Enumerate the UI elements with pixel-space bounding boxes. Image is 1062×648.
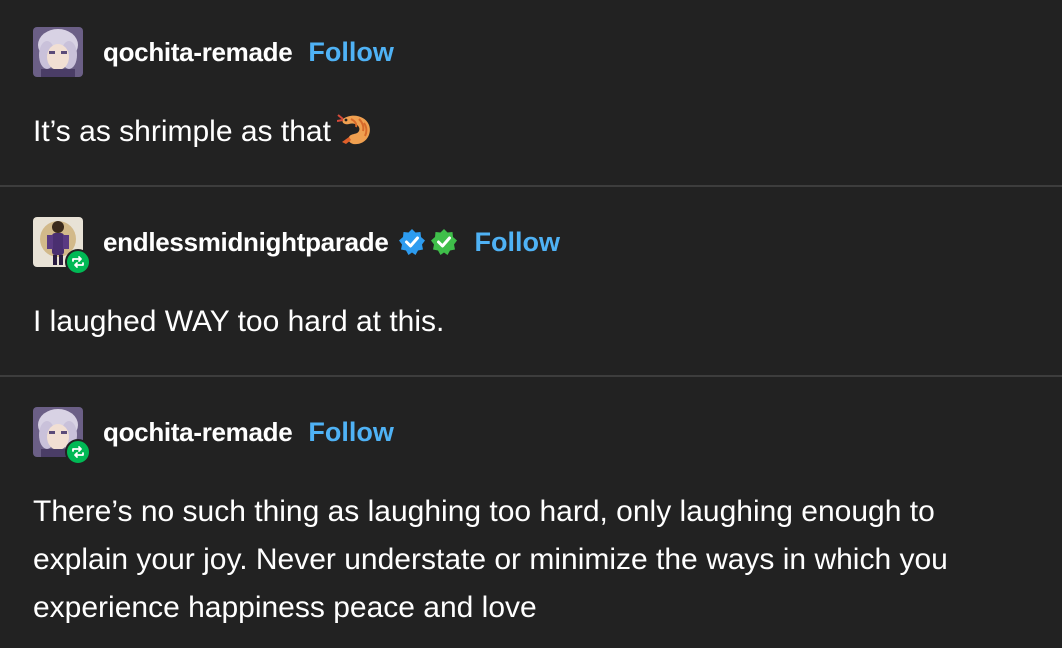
post-body: It’s as shrimple as that — [33, 108, 1033, 162]
post-text: There’s no such thing as laughing too ha… — [33, 495, 948, 624]
follow-button[interactable]: Follow — [308, 37, 393, 68]
avatar-image — [33, 27, 83, 77]
username[interactable]: endlessmidnightparade — [103, 227, 389, 258]
post: endlessmidnightparade Follow I laughed W… — [0, 187, 1062, 376]
reblog-badge — [65, 249, 91, 275]
follow-button[interactable]: Follow — [475, 227, 560, 258]
post-header: qochita-remade Follow — [33, 407, 394, 465]
post: qochita-remade Follow There’s no such th… — [0, 377, 1062, 648]
avatar[interactable] — [33, 27, 83, 77]
username[interactable]: qochita-remade — [103, 37, 293, 68]
reblog-badge — [65, 439, 91, 465]
post-header: qochita-remade Follow — [33, 27, 394, 77]
post-body: I laughed WAY too hard at this. — [33, 298, 1033, 346]
post-text: It’s as shrimple as that — [33, 115, 331, 148]
verified-badges — [397, 227, 459, 257]
reblog-icon — [72, 446, 84, 458]
post-body: There’s no such thing as laughing too ha… — [33, 488, 1033, 632]
post-text: I laughed WAY too hard at this. — [33, 305, 445, 338]
username[interactable]: qochita-remade — [103, 417, 293, 448]
reblog-icon — [72, 256, 84, 268]
follow-button[interactable]: Follow — [308, 417, 393, 448]
shrimp-icon — [336, 113, 373, 162]
post: qochita-remade Follow It’s as shrimple a… — [0, 0, 1062, 186]
avatar[interactable] — [33, 407, 91, 465]
avatar[interactable] — [33, 217, 91, 275]
green-checkmark-icon — [429, 227, 459, 257]
post-header: endlessmidnightparade Follow — [33, 217, 560, 275]
blue-checkmark-icon — [397, 227, 427, 257]
